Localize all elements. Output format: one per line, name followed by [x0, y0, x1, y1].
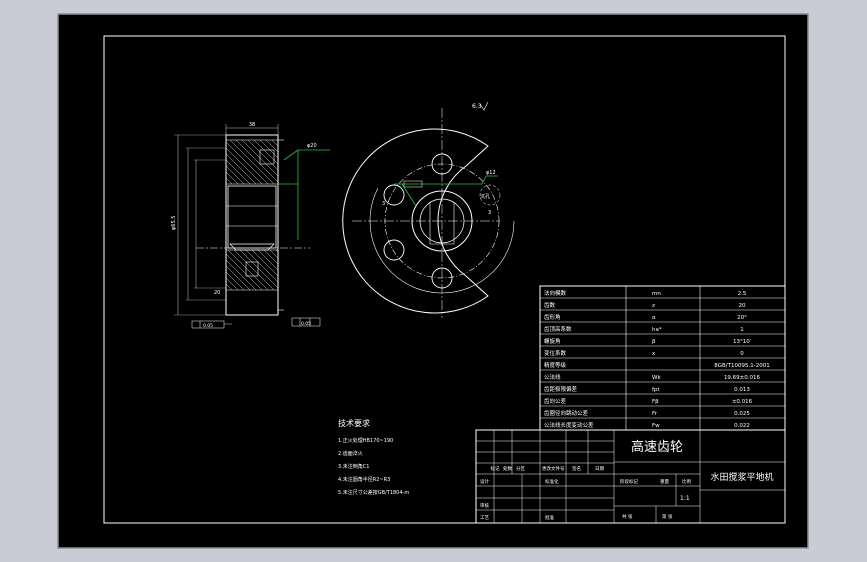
tb-process: 工艺	[480, 515, 489, 521]
param-symbol: α	[652, 315, 656, 321]
param-symbol: z	[652, 303, 655, 309]
param-value: 8GB/T10095.1-2001	[714, 363, 769, 369]
cad-viewport[interactable]: 38 φ65.5 0.05 0.05 20 φ20 φ12 沉孔 6.3 3 3…	[0, 0, 867, 562]
tolerance-right: 0.05	[301, 321, 311, 327]
param-name: 法向模数	[544, 289, 567, 297]
tb-standardize: 标准化	[545, 478, 559, 485]
param-name: 螺旋角	[544, 337, 561, 345]
param-value: 0.013	[734, 387, 750, 393]
mark-left: 3	[382, 201, 385, 207]
tb-sheet-total: 共 张	[622, 513, 633, 520]
param-value: 19.69±0.016	[724, 375, 761, 381]
param-name: 齿距极限偏差	[544, 385, 578, 393]
dim-left: φ65.5	[171, 216, 177, 230]
fit-label: φ20	[307, 143, 317, 149]
mark-right: 3	[488, 210, 491, 216]
tolerance-left: 0.05	[203, 323, 213, 329]
param-value: 0.025	[734, 411, 750, 417]
param-value: 1	[740, 327, 744, 333]
tb-sheet-no: 第 张	[662, 513, 673, 520]
tech-req-2: 2.齿面淬火	[338, 450, 363, 457]
tb-scale-value: 1:1	[680, 495, 690, 502]
assembly-name: 水田搅浆平地机	[710, 471, 773, 483]
tb-stage: 阶段标记	[620, 478, 638, 485]
param-symbol: Fβ	[652, 399, 659, 405]
param-symbol: fpt	[652, 387, 660, 393]
tb-review: 审核	[480, 502, 489, 509]
mark-bottom: 20	[214, 290, 220, 296]
param-symbol: Fr	[652, 411, 658, 417]
tb-change-doc: 更改文件号	[542, 465, 565, 472]
param-symbol: mn	[652, 291, 661, 297]
param-value: 13°10′	[733, 339, 752, 345]
tech-req-1: 1.正火处理HB170~190	[338, 437, 393, 444]
param-symbol: ha*	[652, 327, 662, 333]
drawing-sheet: 38 φ65.5 0.05 0.05 20 φ20 φ12 沉孔 6.3 3 3…	[57, 13, 809, 549]
tech-req-title: 技术要求	[338, 418, 370, 428]
tb-zone: 分区	[516, 465, 525, 472]
param-value: 2.5	[738, 291, 747, 297]
param-value: ±0.016	[732, 399, 753, 405]
paper	[57, 13, 809, 549]
part-name: 高速齿轮	[631, 439, 683, 455]
param-name: 变位系数	[544, 349, 567, 357]
param-value: 0	[740, 351, 744, 357]
param-symbol: β	[652, 339, 656, 345]
param-name: 公法线	[544, 373, 561, 381]
tb-count: 处数	[503, 465, 512, 472]
param-value: 0.022	[734, 423, 750, 429]
param-name: 齿圈径向跳动公差	[544, 409, 589, 417]
param-name: 齿数	[544, 301, 556, 309]
tech-req-4: 4.未注圆角半径R2~R3	[338, 476, 390, 483]
param-name: 齿向公差	[544, 397, 567, 405]
param-symbol: Fw	[652, 423, 660, 429]
tb-mark: 标记	[491, 465, 500, 472]
hole-label: φ12	[486, 170, 496, 176]
tb-scale: 比例	[682, 478, 691, 485]
param-value: 20°	[737, 315, 747, 321]
tb-design: 设计	[480, 478, 489, 485]
param-value: 20	[739, 303, 746, 309]
tech-req-5: 5.未注尺寸公差按GB/T1804-m	[338, 489, 409, 496]
tb-date: 日期	[595, 466, 604, 472]
tb-signature: 签名	[572, 465, 581, 472]
param-name: 精度等级	[544, 361, 567, 369]
param-name: 齿顶高系数	[544, 325, 572, 333]
tb-weight: 重量	[660, 478, 669, 485]
dim-top: 38	[249, 122, 255, 128]
param-name: 公法线长度变动公差	[544, 421, 594, 429]
note-label: 沉孔	[480, 193, 490, 200]
tb-approve: 批准	[545, 514, 554, 521]
param-symbol: Wk	[652, 375, 661, 381]
param-name: 齿形角	[544, 313, 561, 321]
tech-req-3: 3.未注倒角C1	[338, 463, 369, 470]
